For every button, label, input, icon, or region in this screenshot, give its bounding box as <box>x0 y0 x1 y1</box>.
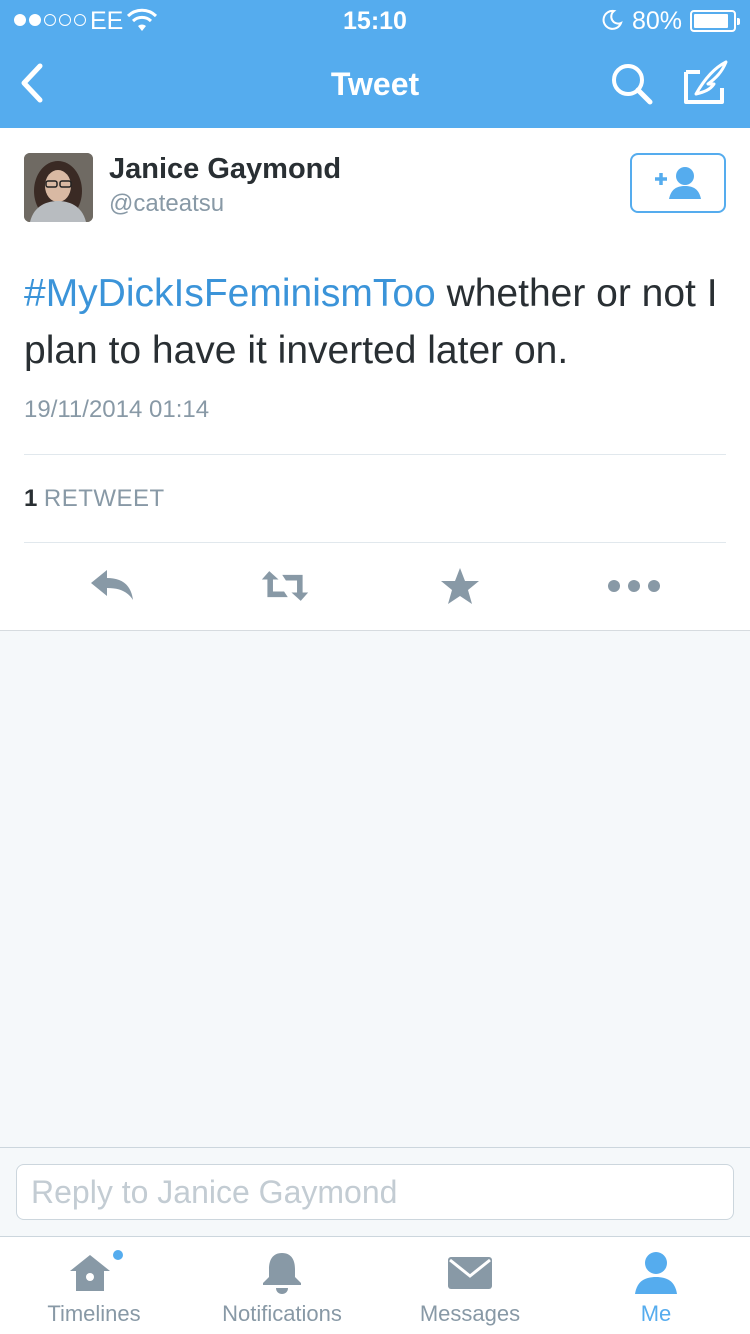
envelope-icon <box>448 1257 492 1289</box>
tab-label: Messages <box>419 1301 521 1326</box>
more-options-button[interactable] <box>607 564 661 608</box>
retweet-icon <box>261 571 309 601</box>
tweet-timestamp: 19/11/2014 01:14 <box>24 396 210 423</box>
reply-input[interactable] <box>16 1164 734 1220</box>
battery-percentage: 80% <box>632 7 683 35</box>
tab-label: Notifications <box>222 1301 342 1326</box>
tweet-card: Janice Gaymond @cateatsu #MyDickIsFemini… <box>0 128 750 631</box>
header: EE 15:10 80% Tweet <box>0 0 750 128</box>
divider <box>24 454 726 455</box>
reply-icon <box>91 570 133 600</box>
favorite-icon <box>441 568 479 604</box>
author-name[interactable]: Janice Gaymond <box>109 153 341 186</box>
compose-icon <box>684 60 728 104</box>
tab-label: Timelines <box>47 1301 141 1326</box>
reply-button[interactable] <box>87 564 137 608</box>
author-handle[interactable]: @cateatsu <box>109 190 224 218</box>
do-not-disturb-icon <box>600 8 624 39</box>
add-user-icon <box>655 167 701 199</box>
battery-icon <box>690 10 740 32</box>
avatar[interactable] <box>24 153 93 222</box>
search-button[interactable] <box>608 60 656 108</box>
home-icon <box>70 1250 123 1291</box>
person-icon <box>635 1252 677 1294</box>
search-icon <box>612 64 653 105</box>
retweet-stat[interactable]: 1 RETWEET <box>24 485 165 513</box>
compose-tweet-button[interactable] <box>682 58 730 106</box>
tab-me[interactable]: Me <box>562 1237 750 1334</box>
tweet-detail-screen: EE 15:10 80% Tweet Janice Gaymond @catea… <box>0 0 750 1334</box>
notification-dot <box>113 1250 123 1260</box>
follow-button[interactable] <box>630 153 726 213</box>
divider <box>24 542 726 543</box>
favorite-button[interactable] <box>435 564 485 608</box>
tab-timelines[interactable]: Timelines <box>0 1237 188 1334</box>
retweet-count: 1 <box>24 485 38 512</box>
retweet-button[interactable] <box>260 564 310 608</box>
bell-icon <box>263 1253 301 1294</box>
tab-label: Me <box>640 1301 672 1326</box>
tab-bar: Timelines Notifications Messages Me <box>0 1236 750 1334</box>
more-icon <box>608 580 660 592</box>
reply-bar <box>0 1147 750 1236</box>
status-bar: EE 15:10 80% <box>0 0 750 40</box>
navigation-bar: Tweet <box>0 40 750 128</box>
retweet-label: RETWEET <box>43 485 165 512</box>
tweet-text: #MyDickIsFeminismToo whether or not I pl… <box>24 265 734 379</box>
hashtag-link[interactable]: #MyDickIsFeminismToo <box>24 272 436 315</box>
tab-notifications[interactable]: Notifications <box>188 1237 376 1334</box>
tab-messages[interactable]: Messages <box>376 1237 564 1334</box>
